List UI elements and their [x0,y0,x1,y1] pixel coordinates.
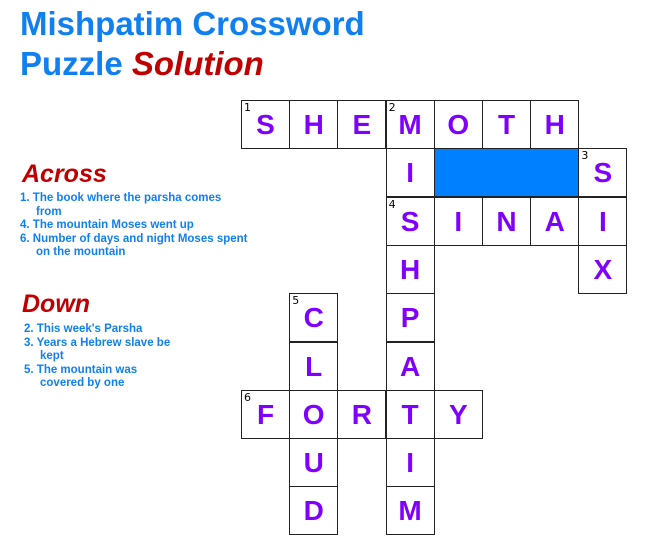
crossword-cell[interactable]: P [385,293,435,343]
cell-letter: N [496,205,517,237]
crossword-cell[interactable]: I [433,196,483,246]
page-title: Mishpatim Crossword Puzzle Solution [20,4,365,84]
crossword-cell[interactable]: 4S [385,196,435,246]
cell-letter: H [544,109,565,140]
crossword-cell[interactable]: 3S [578,148,628,198]
crossword-cell[interactable]: I [385,438,435,488]
across-clue: 1. The book where the parsha comes from [20,192,222,218]
cell-letter: S [400,205,420,237]
crossword-cell[interactable]: R [337,389,387,439]
cell-letter: H [399,253,421,285]
crossword-cell[interactable]: T [385,389,435,439]
crossword-cell[interactable]: 5C [289,293,339,343]
crossword-cell[interactable]: Y [433,389,483,439]
across-heading: Across [22,160,107,188]
crossword-cell[interactable]: H [530,100,580,149]
cell-letter: L [305,350,323,382]
down-clue: 3. Years a Hebrew slave be kept [24,336,171,363]
cell-letter: F [256,398,275,430]
cell-letter: Y [448,398,468,430]
crossword-cell[interactable]: I [578,196,628,246]
crossword-cell[interactable]: I [385,148,435,198]
across-clue: 4. The mountain Moses went up [20,219,194,231]
across-clues: 1. The book where the parsha comes from … [20,192,250,260]
cell-letter: I [454,205,463,237]
cell-letter: R [351,398,372,430]
cell-letter: S [593,157,613,189]
crossword-cell[interactable]: O [289,389,339,439]
down-clue: 2. This week's Parsha [24,323,143,335]
crossword-cell[interactable]: H [289,100,339,149]
cell-letter: C [303,302,324,334]
cell-letter: H [303,109,324,140]
crossword-cell[interactable]: 2M [385,100,435,149]
cell-letter: A [544,205,565,237]
cell-letter: O [302,398,325,430]
crossword-cell[interactable]: L [289,341,339,391]
cell-letter: M [398,495,422,527]
across-clue: 6. Number of days and night Moses spent … [20,232,248,259]
cell-letter: A [399,350,421,382]
cell-letter: U [303,447,324,479]
title-solution: Solution [131,45,264,82]
cell-letter: M [398,109,422,140]
crossword-cell[interactable]: H [385,244,435,294]
cell-letter: O [447,109,470,140]
cell-letter: T [401,398,419,430]
crossword-cell[interactable]: M [385,486,435,536]
crossword-cell[interactable]: U [289,438,339,488]
shaded-block [433,148,580,198]
down-clues: 2. This week's Parsha 3. Years a Hebrew … [24,323,174,391]
crossword-cell[interactable]: O [433,100,483,149]
crossword-cell[interactable]: A [530,196,580,246]
cell-letter: D [303,495,324,527]
crossword-cell[interactable]: A [385,341,435,391]
cell-letter: I [406,447,414,479]
title-puzzle: Puzzle [20,45,123,82]
cell-letter: T [497,109,516,140]
cell-letter: S [256,109,275,140]
crossword-cell[interactable]: E [337,100,387,149]
crossword-cell[interactable]: 6F [241,389,290,439]
cell-letter: X [593,253,613,285]
cell-letter: P [400,302,420,334]
crossword-cell[interactable]: T [482,100,531,149]
crossword-cell[interactable]: X [578,244,628,294]
title-line-1: Mishpatim Crossword [20,5,365,42]
cell-letter: E [352,109,372,140]
down-heading: Down [22,290,91,318]
crossword-cell[interactable]: 1S [241,100,290,149]
crossword-cell[interactable]: D [289,486,339,536]
crossword-cell[interactable]: N [482,196,531,246]
cell-letter: I [599,205,607,237]
down-clue: 5. The mountain was covered by one [24,363,138,390]
cell-letter: I [406,157,414,189]
title-line-2: Puzzle Solution [20,44,365,84]
